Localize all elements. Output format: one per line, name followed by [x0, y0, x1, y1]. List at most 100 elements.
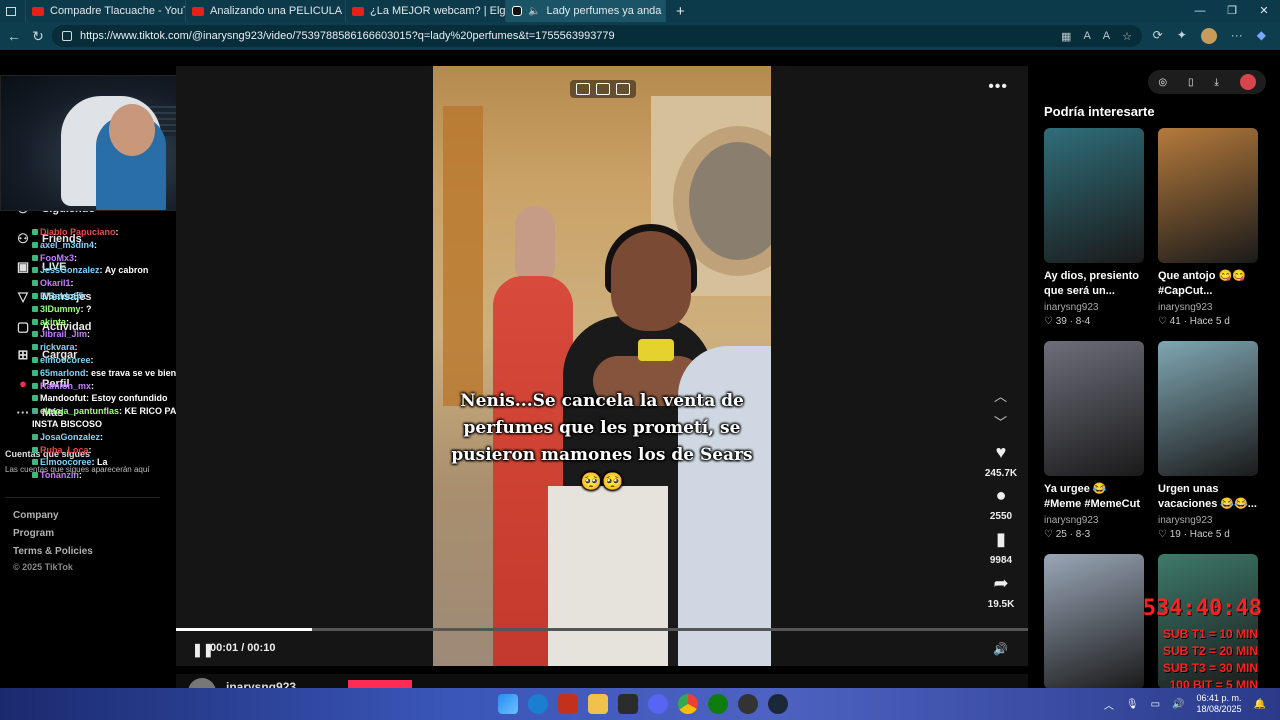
- video-info-strip: inarysng923: [176, 674, 1028, 688]
- profile-avatar-icon[interactable]: [1200, 28, 1217, 44]
- chat-username: 65marlond: [40, 367, 86, 378]
- video-player[interactable]: Nenis...Se cancela la venta de perfumes …: [176, 66, 1028, 666]
- steam-icon[interactable]: [768, 694, 788, 714]
- tab-youtube-2[interactable]: Analizando una PELICULA HORR✕: [186, 0, 346, 22]
- chat-badge-icon: [32, 395, 38, 402]
- windows-start-icon[interactable]: [498, 694, 518, 714]
- chat-badge-icon: [32, 472, 38, 479]
- edge-icon[interactable]: [528, 694, 548, 714]
- compass-icon[interactable]: ◎: [1158, 77, 1167, 88]
- discord-icon[interactable]: [648, 694, 668, 714]
- chat-badge-icon: [32, 292, 38, 299]
- tab-actions-button[interactable]: [0, 0, 26, 22]
- device-icon[interactable]: ▯: [1188, 77, 1194, 88]
- profile-badge-icon[interactable]: [1239, 74, 1256, 90]
- chrome-icon[interactable]: [678, 694, 698, 714]
- lock-icon: [62, 31, 72, 41]
- translate-icon[interactable]: A: [1083, 30, 1090, 43]
- video-progress-bar[interactable]: [176, 628, 1028, 631]
- video-thumbnail[interactable]: [1044, 128, 1144, 263]
- shelf: [443, 106, 483, 406]
- chat-badge-icon: [32, 241, 38, 248]
- video-time: 00:01 / 00:10: [210, 642, 276, 654]
- read-aloud-icon[interactable]: A: [1103, 30, 1110, 43]
- video-thumbnail[interactable]: [1158, 128, 1258, 263]
- microphone-icon[interactable]: 🎙: [1126, 699, 1139, 710]
- author-name[interactable]: inarysng923: [226, 680, 296, 688]
- previous-video-icon[interactable]: ︿: [994, 386, 1007, 405]
- puzzle-icon[interactable]: ✦: [1177, 28, 1187, 44]
- app-icon[interactable]: [618, 694, 638, 714]
- footer-link-program[interactable]: Program: [13, 528, 54, 539]
- refresh-icon[interactable]: ↻: [26, 28, 50, 45]
- follow-button[interactable]: [348, 680, 412, 688]
- footer-link-company[interactable]: Company: [13, 510, 59, 521]
- tab-youtube-3[interactable]: ¿La MEJOR webcam? | Elgato Fac✕: [346, 0, 506, 22]
- card-author[interactable]: inarysng923: [1158, 302, 1258, 313]
- white-skirt: [548, 486, 668, 666]
- recommended-video-card[interactable]: Que antojo 😋😋 #CapCut... inarysng923 ♡ 41 …: [1158, 128, 1258, 327]
- extensions-icon[interactable]: ⟳: [1153, 28, 1163, 44]
- network-icon[interactable]: ▭: [1151, 699, 1160, 710]
- chat-username: Okaril1: [40, 278, 71, 289]
- card-author[interactable]: inarysng923: [1044, 515, 1144, 526]
- back-icon[interactable]: ←: [2, 28, 26, 44]
- author-avatar[interactable]: [188, 678, 216, 688]
- more-options-icon[interactable]: •••: [988, 78, 1008, 96]
- capture-icon[interactable]: [596, 83, 610, 95]
- recommended-video-card[interactable]: Ya urgee 😂 #Meme #MemeCut #CapC... inarys…: [1044, 341, 1144, 540]
- tab-youtube-1[interactable]: Compadre Tlacuache - YouTube✕: [26, 0, 186, 22]
- maximize-icon[interactable]: ❐: [1216, 0, 1248, 22]
- copilot-icon[interactable]: ◆: [1257, 28, 1266, 44]
- close-window-icon[interactable]: ✕: [1248, 0, 1280, 22]
- favorite-star-icon[interactable]: ☆: [1122, 30, 1132, 43]
- url-field[interactable]: https://www.tiktok.com/@inarysng923/vide…: [52, 25, 1142, 47]
- translate-video-icon[interactable]: [616, 83, 630, 95]
- card-author[interactable]: inarysng923: [1158, 515, 1258, 526]
- recommended-video-card[interactable]: [1044, 554, 1144, 688]
- share-count: 19.5K: [987, 599, 1015, 610]
- like-button[interactable]: ♥ 245.7K: [976, 442, 1026, 479]
- streamer-head: [109, 104, 155, 156]
- file-explorer-icon[interactable]: [588, 694, 608, 714]
- next-video-icon[interactable]: ﹀: [994, 412, 1007, 431]
- caption-line: Nenis...Se cancela la venta de: [460, 391, 744, 411]
- card-title[interactable]: Ya urgee 😂 #Meme #MemeCut #CapC...: [1044, 482, 1144, 512]
- recommended-video-card[interactable]: Ay dios, presiento que será un... inarysn…: [1044, 128, 1144, 327]
- video-frame[interactable]: Nenis...Se cancela la venta de perfumes …: [433, 66, 771, 666]
- share-button[interactable]: ➦ 19.5K: [976, 573, 1026, 610]
- new-tab-button[interactable]: +: [676, 3, 685, 20]
- profile-icon: ●: [19, 376, 27, 391]
- card-title[interactable]: Que antojo 😋😋 #CapCut...: [1158, 269, 1258, 299]
- news-icon[interactable]: [558, 694, 578, 714]
- comment-button[interactable]: ● 2550: [976, 485, 1026, 522]
- video-thumbnail[interactable]: [1044, 341, 1144, 476]
- save-button[interactable]: ▮ 9984: [976, 529, 1026, 566]
- app-icon[interactable]: ▦: [1061, 30, 1071, 43]
- speaker-icon[interactable]: 🔈: [528, 6, 540, 17]
- clock[interactable]: 06:41 p. m. 18/08/2025: [1197, 693, 1242, 715]
- chat-username: Tonanzin: [40, 470, 79, 481]
- xbox-icon[interactable]: [708, 694, 728, 714]
- download-icon[interactable]: ⤓: [1214, 77, 1218, 88]
- obs-icon[interactable]: [738, 694, 758, 714]
- chevron-up-icon[interactable]: ︿: [1104, 697, 1114, 712]
- card-title[interactable]: Urgen unas vacaciones 😂😂...: [1158, 482, 1258, 512]
- card-author[interactable]: inarysng923: [1044, 302, 1144, 313]
- tiktok-page: ⚇Siguiendo ⚇Friends ▣LIVE ▽Mensajes ▢Act…: [0, 50, 1280, 688]
- card-title[interactable]: Ay dios, presiento que será un...: [1044, 269, 1144, 299]
- footer-link-terms[interactable]: Terms & Policies: [13, 546, 93, 557]
- video-thumbnail[interactable]: [1044, 554, 1144, 688]
- minimize-icon[interactable]: —: [1184, 0, 1216, 22]
- taskbar: ︿ 🎙 ▭ 🔊 06:41 p. m. 18/08/2025 🔔: [0, 688, 1280, 720]
- notifications-icon[interactable]: 🔔: [1254, 699, 1266, 710]
- menu-dots-icon[interactable]: ···: [1231, 28, 1243, 44]
- volume-icon[interactable]: 🔊: [993, 642, 1008, 656]
- video-thumbnail[interactable]: [1158, 341, 1258, 476]
- pip-icon[interactable]: [576, 83, 590, 95]
- youtube-icon: [192, 6, 204, 16]
- tab-tiktok[interactable]: 🔈Lady perfumes ya anda p✕: [506, 0, 666, 22]
- sub-rule: SUB T1 = 10 MIN: [1162, 627, 1258, 641]
- volume-tray-icon[interactable]: 🔊: [1172, 699, 1184, 710]
- recommended-video-card[interactable]: Urgen unas vacaciones 😂😂... inarysng923 ♡ …: [1158, 341, 1258, 540]
